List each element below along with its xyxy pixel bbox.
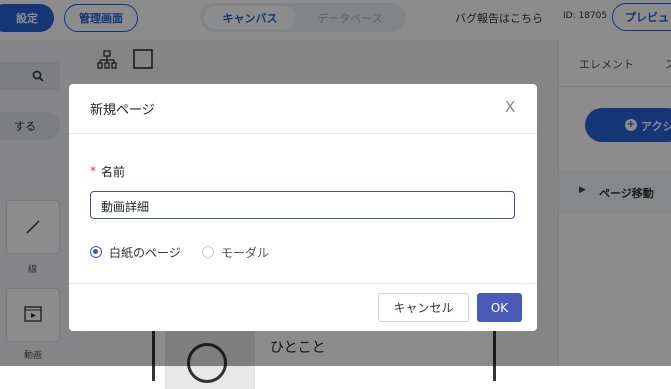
radio-dot xyxy=(93,249,98,254)
dialog-header: 新規ページ X xyxy=(69,84,537,134)
blank-page-radio[interactable] xyxy=(90,246,102,258)
cancel-button[interactable]: キャンセル xyxy=(378,293,469,322)
close-icon[interactable]: X xyxy=(505,98,515,116)
new-page-dialog: 新規ページ X * 名前 動画詳細 白紙のページ モーダル キャンセル OK xyxy=(69,84,537,331)
modal-label[interactable]: モーダル xyxy=(221,244,269,261)
dialog-title: 新規ページ xyxy=(90,103,155,118)
name-label: 名前 xyxy=(101,165,126,179)
blank-page-label[interactable]: 白紙のページ xyxy=(109,244,181,261)
name-field[interactable]: 動画詳細 xyxy=(90,191,515,219)
name-field-value: 動画詳細 xyxy=(101,200,150,214)
required-mark: * xyxy=(90,164,96,178)
modal-radio[interactable] xyxy=(202,246,214,258)
ok-button[interactable]: OK xyxy=(477,293,522,322)
dialog-footer: キャンセル OK xyxy=(69,283,537,332)
